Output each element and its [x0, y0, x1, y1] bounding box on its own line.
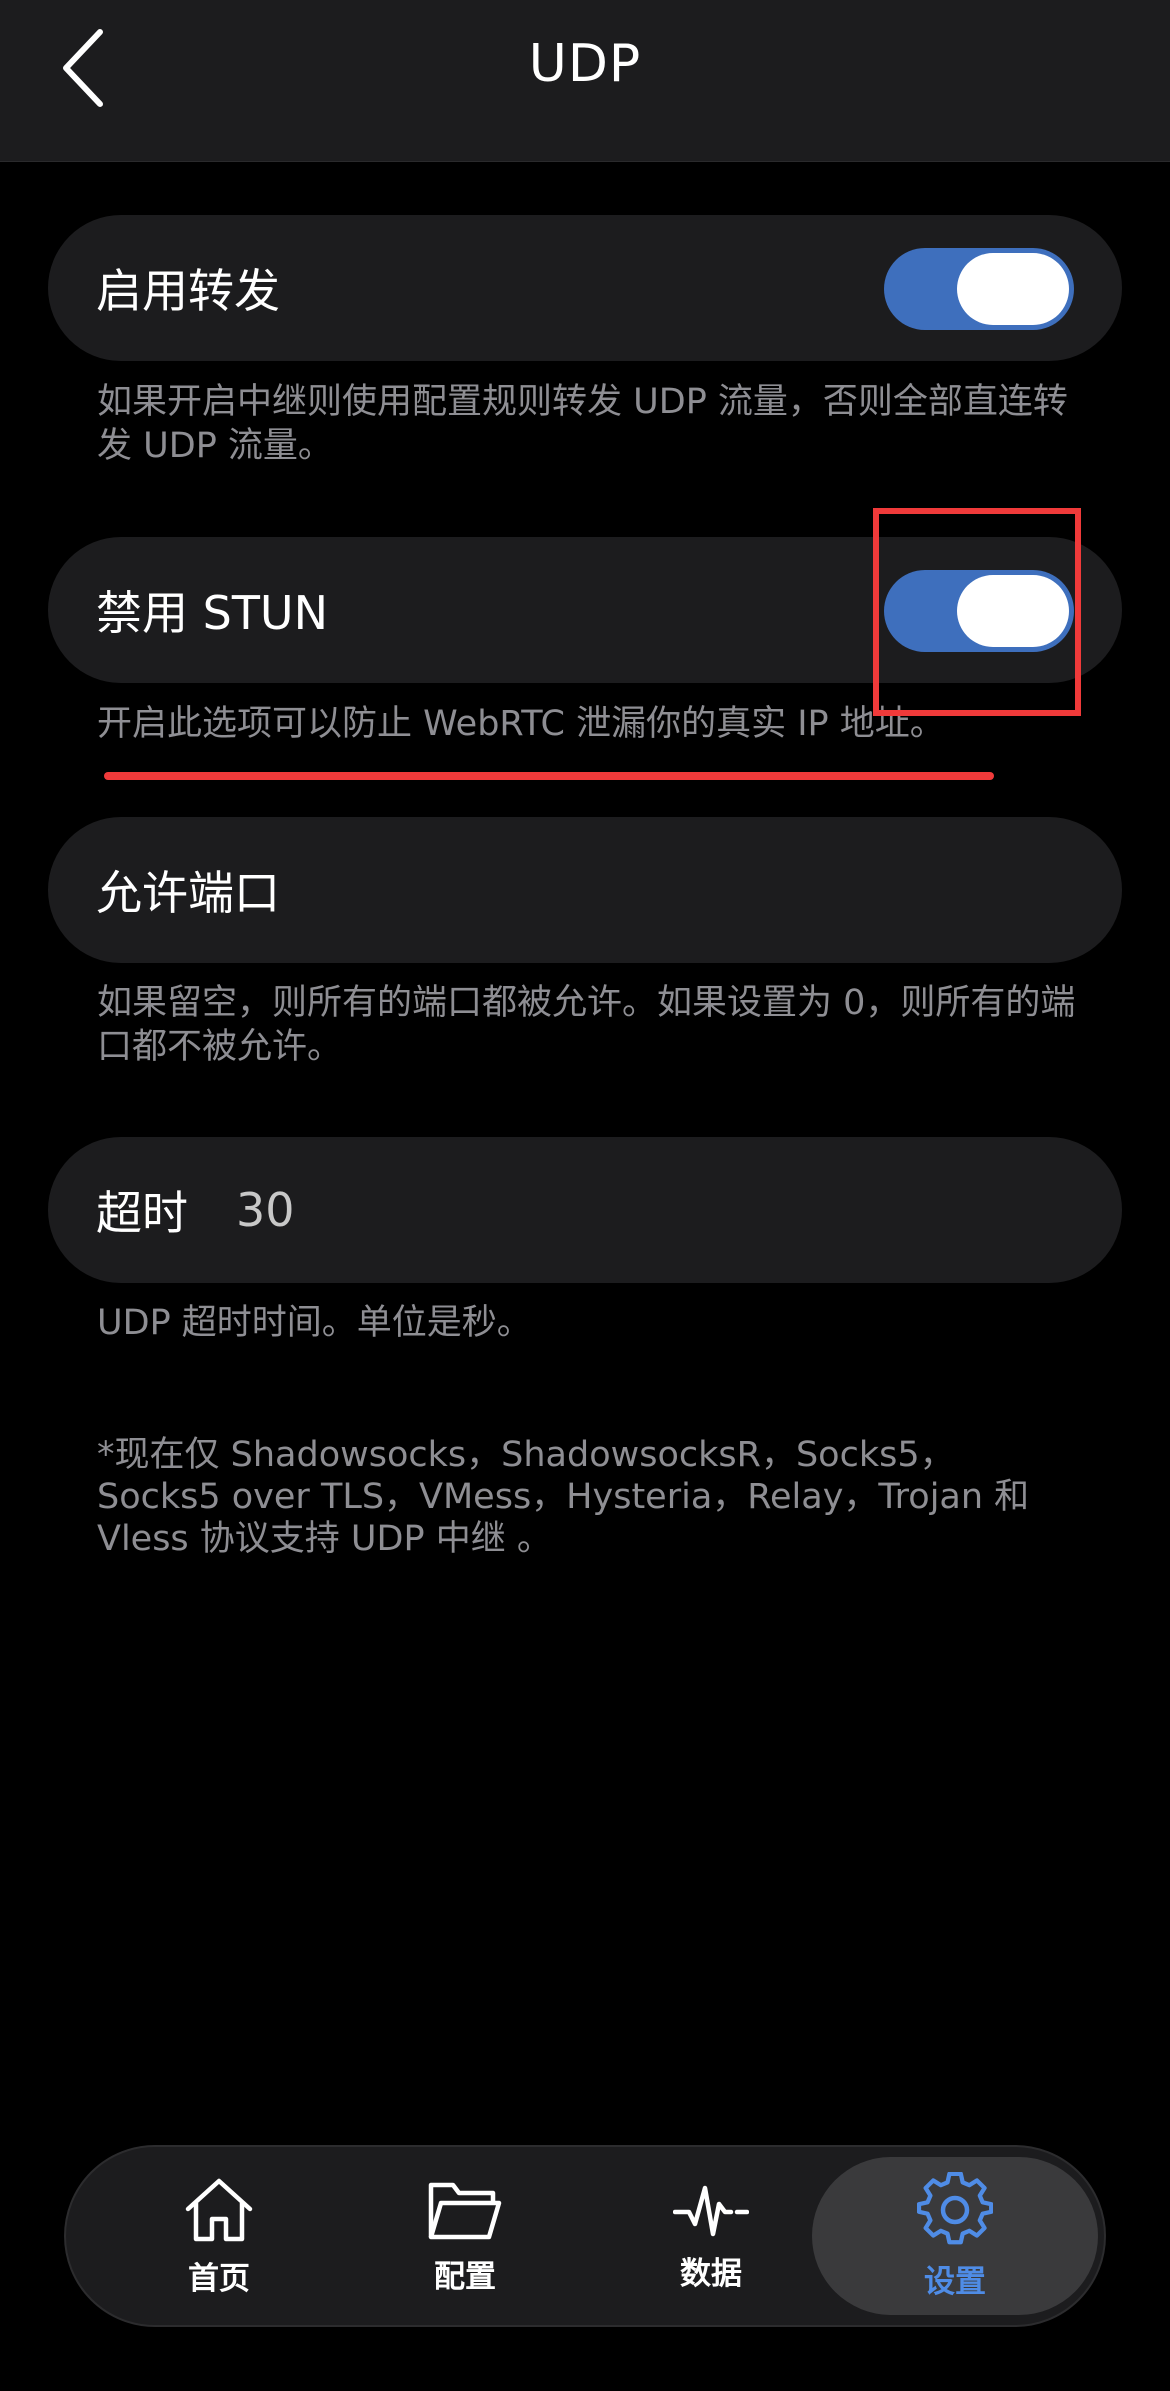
tab-data[interactable]: 数据 [588, 2157, 834, 2315]
activity-icon [673, 2185, 749, 2236]
tab-label: 数据 [680, 2255, 742, 2292]
forwarding-description: 如果开启中继则使用配置规则转发 UDP 流量，否则全部直连转发 UDP 流量。 [97, 382, 1068, 466]
timeout-label: 超时 [96, 1186, 188, 1240]
tab-settings[interactable]: 设置 [812, 2157, 1098, 2315]
annotation-highlight-box [873, 508, 1081, 716]
allowed-ports-label: 允许端口 [96, 866, 280, 920]
page-title: UDP [528, 34, 642, 94]
allowed-ports-row[interactable]: 允许端口 [48, 817, 1122, 963]
tab-label: 配置 [434, 2258, 496, 2295]
udp-settings-page: UDP 启用转发 如果开启中继则使用配置规则转发 UDP 流量，否则全部直连转发… [0, 0, 1170, 2391]
tab-label: 首页 [188, 2260, 250, 2297]
allowed-ports-description: 如果留空，则所有的端口都被允许。如果设置为 0，则所有的端口都不被允许。 [97, 983, 1076, 1067]
timeout-value[interactable]: 30 [236, 1183, 295, 1237]
forwarding-label: 启用转发 [96, 264, 280, 318]
tab-home[interactable]: 首页 [96, 2157, 342, 2315]
home-icon [185, 2178, 253, 2241]
nav-header: UDP [0, 0, 1170, 162]
tab-label: 设置 [924, 2263, 986, 2300]
udp-support-footnote: *现在仅 Shadowsocks，ShadowsocksR，Socks5，Soc… [97, 1435, 1030, 1559]
forwarding-row: 启用转发 [48, 215, 1122, 361]
tab-bar: 首页 配置 数据 设置 [64, 2145, 1106, 2327]
annotation-underline [104, 772, 994, 780]
gear-icon [917, 2171, 993, 2244]
timeout-description: UDP 超时时间。单位是秒。 [97, 1303, 532, 1343]
tab-config[interactable]: 配置 [342, 2157, 588, 2315]
timeout-row[interactable]: 超时 30 [48, 1137, 1122, 1283]
toggle-knob [957, 253, 1069, 325]
forwarding-toggle[interactable] [884, 248, 1074, 330]
folder-icon [428, 2182, 502, 2239]
disable-stun-label: 禁用 STUN [96, 586, 328, 640]
